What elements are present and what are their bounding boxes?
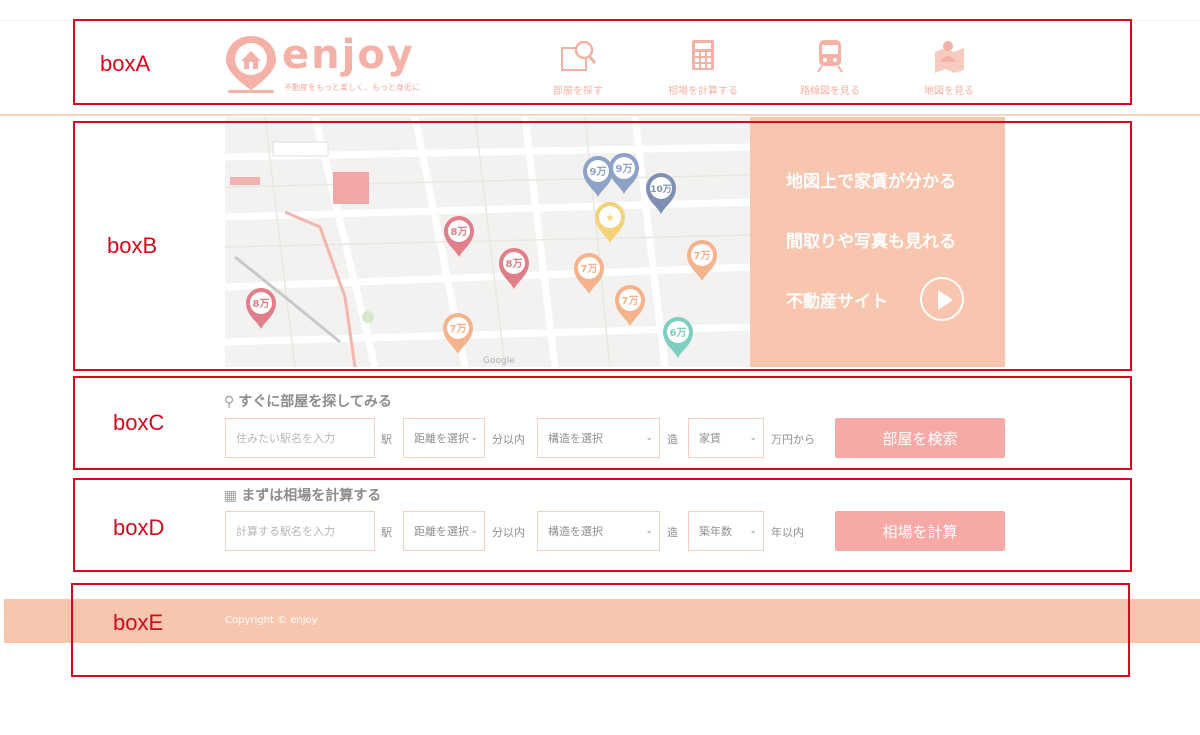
annotation-label-c: boxC <box>113 410 165 435</box>
annotation-box-d <box>73 478 1132 572</box>
wireframe-canvas: enjoy 不動産をもっと楽しく、もっと身近に 部屋を探す 相場を計算する 路線… <box>0 0 1200 735</box>
annotation-box-a <box>73 19 1132 105</box>
annotation-label-a: boxA <box>100 51 151 76</box>
annotation-box-e <box>71 583 1130 677</box>
annotation-box-b <box>73 121 1132 371</box>
annotation-label-d: boxD <box>113 515 165 540</box>
annotation-label-e: boxE <box>113 610 164 635</box>
annotation-label-b: boxB <box>107 233 158 258</box>
header-divider <box>0 114 1200 116</box>
annotation-box-c <box>73 376 1132 470</box>
